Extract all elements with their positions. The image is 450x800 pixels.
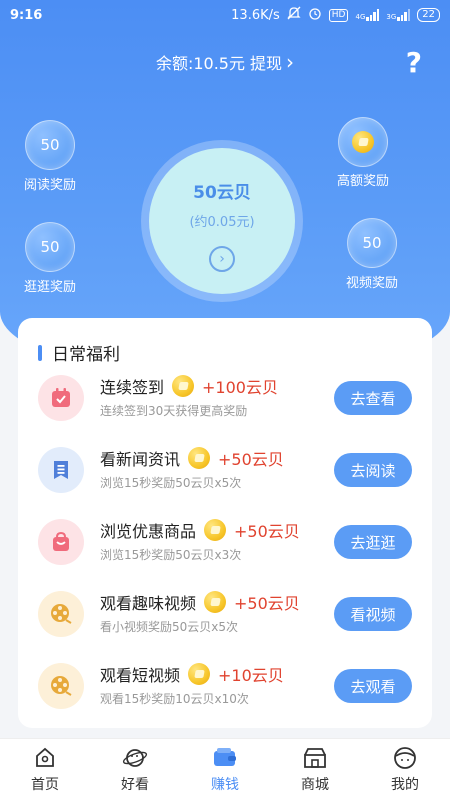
read-reward-bubble[interactable]: 50 (25, 120, 75, 170)
center-approx: (约0.05元) (189, 215, 255, 230)
battery-indicator: 22 (417, 8, 440, 22)
signal-4g-icon: 4G (355, 9, 380, 21)
profile-icon (392, 745, 418, 771)
coin-icon (188, 663, 211, 685)
task-desc: 看小视频奖励50云贝x5次 (100, 620, 239, 634)
read-reward-label: 阅读奖励 (23, 178, 76, 193)
task-name: 观看短视频 (100, 666, 181, 685)
high-reward-bubble[interactable] (338, 117, 388, 167)
task-desc: 浏览15秒奖励50云贝x5次 (100, 476, 242, 490)
tab-home[interactable]: 首页 (0, 739, 90, 800)
balance-text: 余额:10.5元 提现 (155, 54, 283, 73)
task-row-checkin: 连续签到 +100云贝 连续签到30天获得更高奖励 去查看 (18, 368, 432, 428)
tab-mall[interactable]: 商城 (270, 739, 360, 800)
tab-earn[interactable]: 赚钱 (180, 739, 270, 800)
task-row-short-video: 观看短视频 +10云贝 观看15秒奖励10云贝x10次 去观看 (18, 656, 432, 716)
high-reward-label: 高额奖励 (336, 174, 389, 189)
news-icon (38, 447, 84, 493)
film-reel-icon (38, 663, 84, 709)
task-reward: +10云贝 (218, 666, 284, 685)
network-speed: 13.6K/s (231, 7, 280, 23)
tab-discover[interactable]: 好看 (90, 739, 180, 800)
task-name: 连续签到 (100, 378, 165, 397)
alarm-icon (308, 6, 322, 24)
coin-icon (204, 591, 227, 613)
status-time: 9:16 (10, 7, 43, 23)
status-bar: 9:16 13.6K/s HD 4G 3G 22 (0, 0, 450, 30)
tab-label: 首页 (31, 777, 59, 793)
task-row-news: 看新闻资讯 +50云贝 浏览15秒奖励50云贝x5次 去阅读 (18, 440, 432, 500)
task-desc: 观看15秒奖励10云贝x10次 (100, 692, 249, 706)
film-reel-icon (38, 591, 84, 637)
task-reward: +50云贝 (218, 450, 284, 469)
center-coin-circle[interactable]: 50云贝 (约0.05元) › (149, 148, 295, 294)
task-row-fun-video: 观看趣味视频 +50云贝 看小视频奖励50云贝x5次 看视频 (18, 584, 432, 644)
task-desc: 浏览15秒奖励50云贝x3次 (100, 548, 242, 562)
task-reward: +50云贝 (234, 594, 300, 613)
browse-reward-bubble[interactable]: 50 (25, 222, 75, 272)
shopping-bag-icon (38, 519, 84, 565)
task-name: 观看趣味视频 (100, 594, 197, 613)
balance-withdraw-link[interactable]: 余额:10.5元 提现 › (0, 50, 450, 74)
video-reward-label: 视频奖励 (345, 276, 398, 291)
chevron-right-icon: › (286, 50, 295, 74)
coin-icon (352, 131, 374, 153)
wallet-icon (212, 745, 238, 771)
tab-label: 我的 (391, 777, 419, 793)
home-icon (32, 745, 58, 771)
task-row-products: 浏览优惠商品 +50云贝 浏览15秒奖励50云贝x3次 去逛逛 (18, 512, 432, 572)
planet-icon (122, 745, 148, 771)
coin-icon (204, 519, 227, 541)
tab-label: 赚钱 (211, 777, 239, 793)
daily-welfare-title: 日常福利 (52, 345, 120, 365)
daily-welfare-card: 日常福利 连续签到 +100云贝 连续签到30天获得更高奖励 去查看 看新闻资讯… (18, 318, 432, 728)
mute-icon (287, 6, 301, 24)
browse-products-button[interactable]: 去逛逛 (334, 525, 412, 559)
task-desc: 连续签到30天获得更高奖励 (100, 404, 248, 418)
calendar-icon (38, 375, 84, 421)
video-reward-bubble[interactable]: 50 (347, 218, 397, 268)
task-reward: +50云贝 (234, 522, 300, 541)
center-amount: 50云贝 (193, 183, 251, 203)
view-checkin-button[interactable]: 去查看 (334, 381, 412, 415)
task-name: 浏览优惠商品 (100, 522, 197, 541)
tab-mine[interactable]: 我的 (360, 739, 450, 800)
help-icon[interactable]: ? (406, 46, 422, 79)
task-name: 看新闻资讯 (100, 450, 181, 469)
task-reward: +100云贝 (202, 378, 278, 397)
arrow-right-circle-icon[interactable]: › (209, 246, 235, 272)
tab-label: 好看 (121, 777, 149, 793)
title-accent-bar (38, 344, 42, 361)
bottom-tab-bar: 首页 好看 赚钱 商城 我的 (0, 738, 450, 800)
read-news-button[interactable]: 去阅读 (334, 453, 412, 487)
hd-badge: HD (328, 8, 349, 22)
watch-short-video-button[interactable]: 去观看 (334, 669, 412, 703)
tab-label: 商城 (301, 777, 329, 793)
coin-icon (172, 375, 195, 397)
coin-icon (188, 447, 211, 469)
browse-reward-label: 逛逛奖励 (23, 280, 76, 295)
watch-video-button[interactable]: 看视频 (334, 597, 412, 631)
store-icon (302, 745, 328, 771)
signal-3g-icon: 3G (386, 9, 411, 21)
